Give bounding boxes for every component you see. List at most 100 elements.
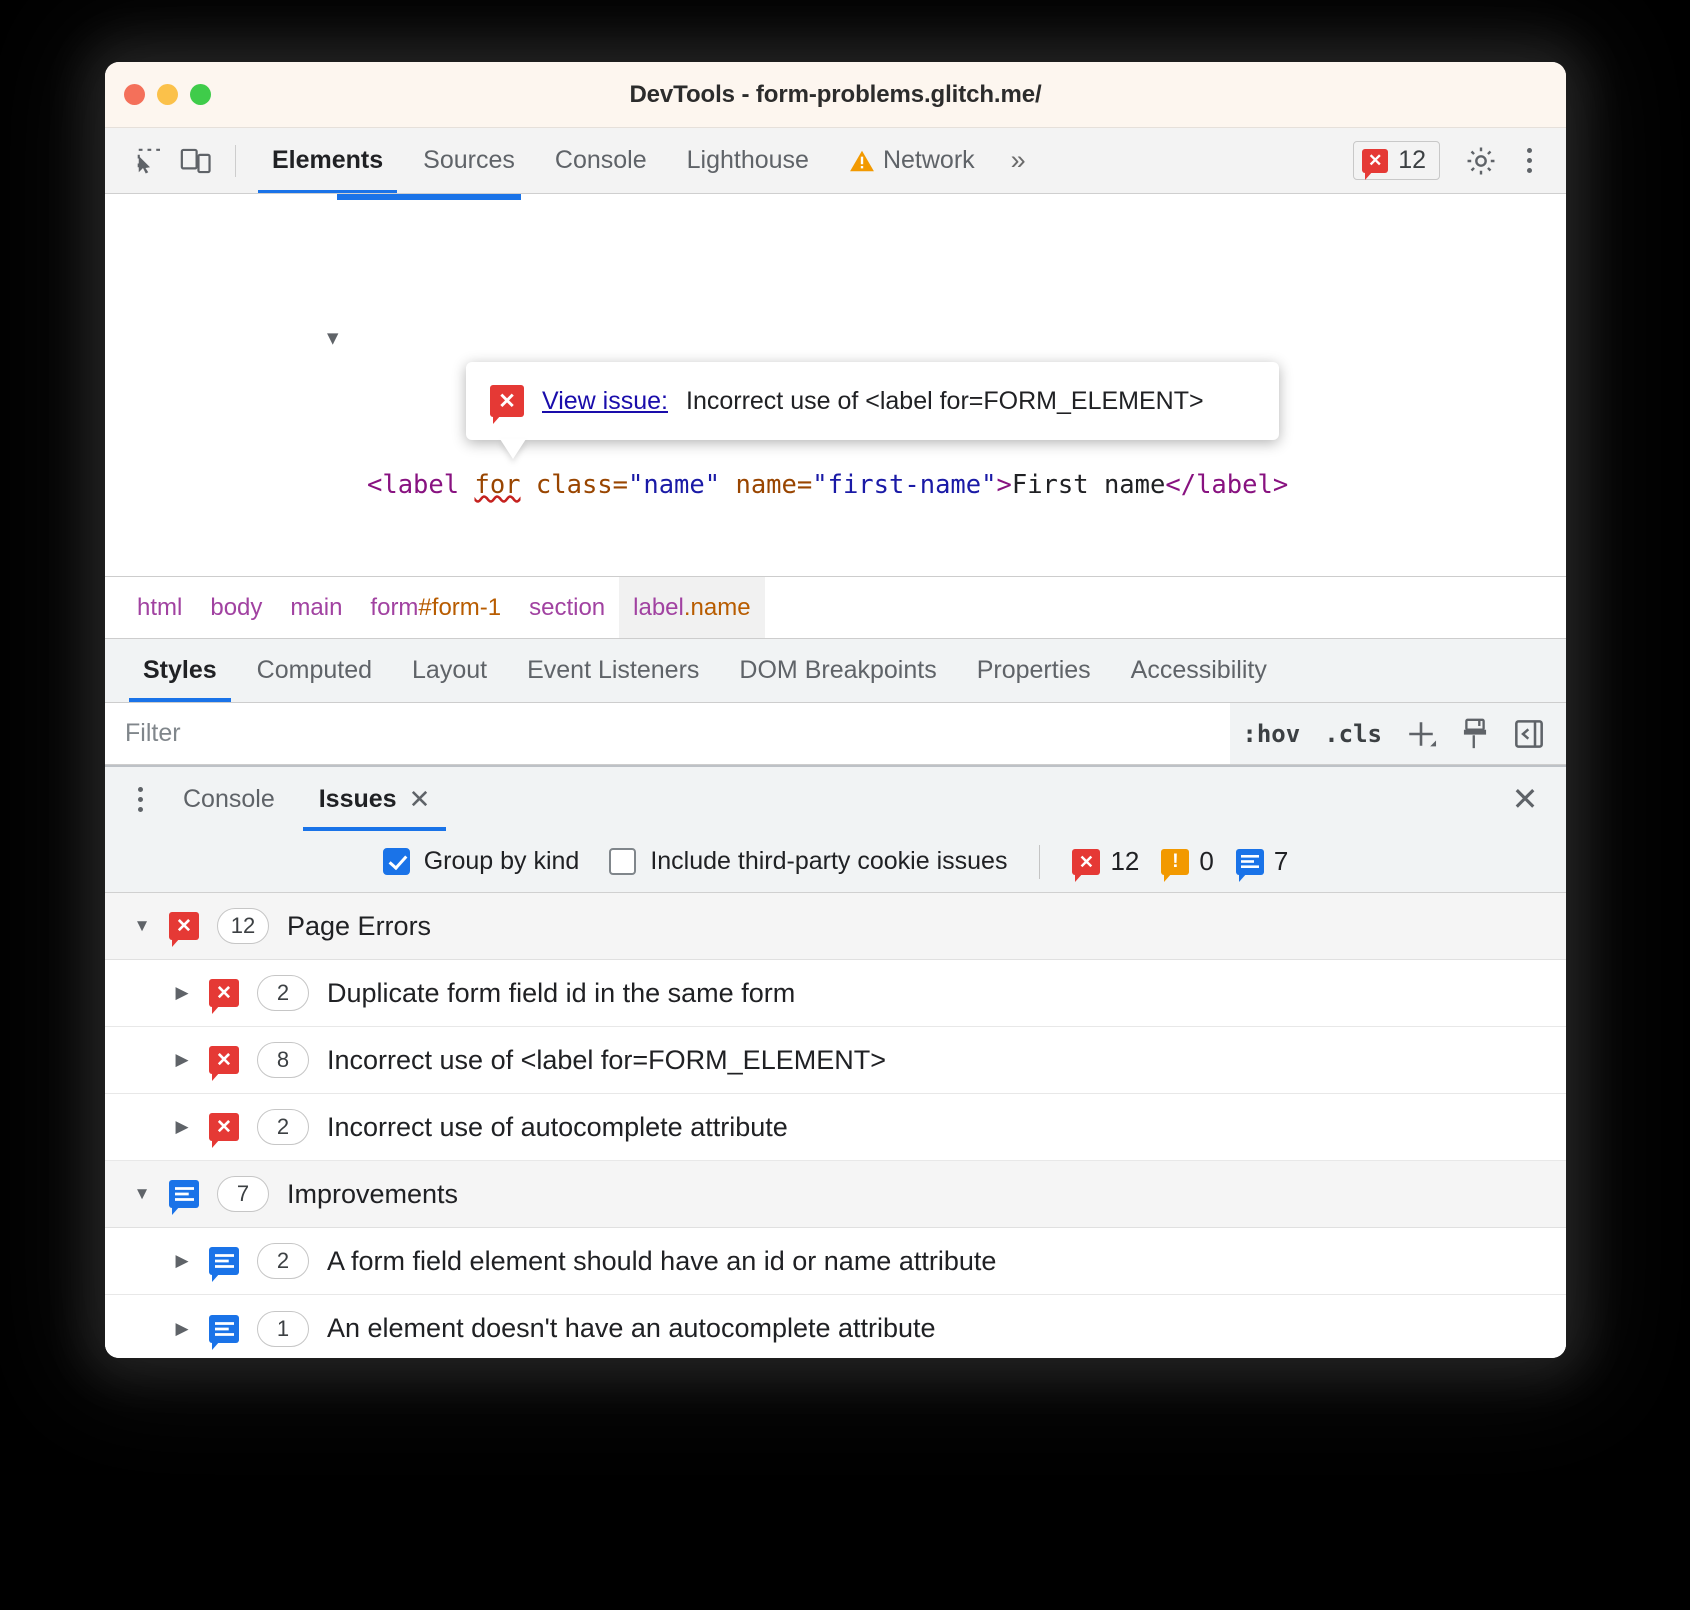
error-count-button[interactable]: ✕ 12 (1353, 141, 1440, 180)
inspect-element-icon[interactable] (127, 139, 173, 183)
paintbrush-icon[interactable] (1448, 707, 1502, 761)
issue-group-improvements[interactable]: ▼ 7 Improvements (105, 1161, 1566, 1228)
tab-accessibility[interactable]: Accessibility (1111, 639, 1287, 702)
toggle-sidebar-icon[interactable] (1502, 707, 1556, 761)
dom-token: class= (521, 470, 628, 500)
window-titlebar: DevTools - form-problems.glitch.me/ (105, 62, 1566, 128)
info-bubble-icon (1236, 849, 1264, 875)
error-bubble-icon: ✕ (490, 385, 524, 417)
issue-title: Duplicate form field id in the same form (327, 978, 795, 1009)
expand-caret-icon[interactable]: ▼ (327, 320, 338, 357)
gear-icon[interactable] (1458, 138, 1504, 184)
expand-caret-icon[interactable]: ▶ (173, 1252, 191, 1270)
issue-count-chip: 2 (257, 1109, 309, 1145)
info-count-group: 7 (1236, 846, 1288, 877)
expand-caret-icon[interactable]: ▶ (173, 984, 191, 1002)
dom-token-for: for (474, 470, 520, 500)
breadcrumb-form-id: #form-1 (418, 594, 501, 622)
issues-toolbar: Group by kind Include third-party cookie… (105, 831, 1566, 893)
drawer-tab-console[interactable]: Console (161, 767, 297, 831)
error-bubble-icon: ✕ (209, 979, 239, 1007)
breadcrumb-item-form[interactable]: form#form-1 (356, 577, 515, 638)
issue-title: Incorrect use of <label for=FORM_ELEMENT… (327, 1045, 886, 1076)
error-bubble-icon: ✕ (1362, 149, 1388, 173)
device-toolbar-icon[interactable] (173, 139, 219, 183)
dom-token: </label> (1165, 470, 1288, 500)
dom-tree-panel[interactable]: ▼<section> <label for class="name" name=… (105, 194, 1566, 577)
panel-tab-list: Elements Sources Console Lighthouse (252, 128, 1039, 193)
tab-elements-label: Elements (272, 146, 383, 175)
tab-lighthouse-label: Lighthouse (687, 146, 809, 175)
breadcrumb-item-main[interactable]: main (276, 577, 356, 638)
tab-styles[interactable]: Styles (123, 639, 237, 702)
expand-caret-icon[interactable]: ▶ (173, 1051, 191, 1069)
dom-line[interactable]: ▼<section> (105, 319, 1566, 356)
dom-token: name= (720, 470, 812, 500)
element-classes-button[interactable]: .cls (1312, 720, 1394, 748)
kebab-menu-icon[interactable] (1510, 138, 1548, 184)
issue-tooltip[interactable]: ✕ View issue: Incorrect use of <label fo… (466, 362, 1279, 440)
error-count-group: ✕ 12 (1072, 846, 1139, 877)
search-input[interactable] (105, 703, 1230, 764)
expand-caret-icon[interactable]: ▶ (173, 1118, 191, 1136)
tooltip-message: Incorrect use of <label for=FORM_ELEMENT… (686, 387, 1204, 416)
issue-row[interactable]: ▶ ✕ 2 Duplicate form field id in the sam… (105, 960, 1566, 1027)
issue-count-chip: 12 (217, 908, 269, 944)
issue-row[interactable]: ▶ 1 An element doesn't have an autocompl… (105, 1295, 1566, 1358)
breadcrumb-item-body[interactable]: body (196, 577, 276, 638)
issue-row[interactable]: ▶ ✕ 8 Incorrect use of <label for=FORM_E… (105, 1027, 1566, 1094)
close-tab-icon[interactable]: ✕ (409, 786, 431, 812)
drawer-tab-issues-label: Issues (319, 785, 397, 814)
toolbar-divider (1039, 845, 1040, 879)
toolbar-divider (235, 145, 236, 177)
error-bubble-icon: ✕ (209, 1113, 239, 1141)
tab-layout[interactable]: Layout (392, 639, 507, 702)
breadcrumb-item-section[interactable]: section (515, 577, 619, 638)
issue-title: An element doesn't have an autocomplete … (327, 1313, 936, 1344)
collapse-caret-icon[interactable]: ▼ (133, 1185, 151, 1203)
hover-state-button[interactable]: :hov (1230, 720, 1312, 748)
tab-properties[interactable]: Properties (957, 639, 1111, 702)
tab-event-listeners[interactable]: Event Listeners (507, 639, 719, 702)
info-bubble-icon (209, 1315, 239, 1343)
more-tabs-button[interactable]: » (995, 145, 1039, 176)
tab-dom-breakpoints[interactable]: DOM Breakpoints (719, 639, 956, 702)
plus-icon[interactable] (1394, 707, 1448, 761)
devtools-window: DevTools - form-problems.glitch.me/ Elem… (105, 62, 1566, 1358)
expand-caret-icon[interactable]: ▶ (173, 1320, 191, 1338)
issue-title: Incorrect use of autocomplete attribute (327, 1112, 788, 1143)
issue-row[interactable]: ▶ 2 A form field element should have an … (105, 1228, 1566, 1295)
breadcrumb: html body main form#form-1 section label… (105, 577, 1566, 639)
dom-token: First name (1012, 470, 1166, 500)
error-bubble-icon: ✕ (169, 912, 199, 940)
dom-line[interactable]: <label for class="name" name="first-name… (105, 467, 1566, 504)
breadcrumb-item-html[interactable]: html (123, 577, 196, 638)
breadcrumb-form-tag: form (370, 594, 418, 622)
tab-sources[interactable]: Sources (403, 128, 535, 193)
view-issue-link[interactable]: View issue: (542, 387, 668, 416)
issue-group-page-errors[interactable]: ▼ ✕ 12 Page Errors (105, 893, 1566, 960)
dom-token: "first-name" (812, 470, 996, 500)
group-by-kind-checkbox[interactable]: Group by kind (383, 847, 580, 876)
drawer-tab-issues[interactable]: Issues ✕ (297, 767, 453, 831)
tab-lighthouse[interactable]: Lighthouse (667, 128, 829, 193)
tab-elements[interactable]: Elements (252, 128, 403, 193)
checkbox-box[interactable] (609, 848, 636, 875)
tab-computed[interactable]: Computed (237, 639, 392, 702)
issue-row[interactable]: ▶ ✕ 2 Incorrect use of autocomplete attr… (105, 1094, 1566, 1161)
tab-network[interactable]: Network (829, 128, 995, 193)
tab-console[interactable]: Console (535, 128, 667, 193)
info-count-value: 7 (1274, 846, 1288, 877)
drawer-toolbar: Console Issues ✕ ✕ (105, 765, 1566, 831)
error-bubble-icon: ✕ (1072, 849, 1100, 875)
partial-row-highlight (337, 194, 521, 200)
kebab-menu-icon[interactable] (119, 775, 161, 823)
close-drawer-icon[interactable]: ✕ (1504, 778, 1546, 820)
breadcrumb-label-class: .name (684, 594, 751, 622)
tab-sources-label: Sources (423, 146, 515, 175)
breadcrumb-item-label[interactable]: label.name (619, 577, 764, 638)
collapse-caret-icon[interactable]: ▼ (133, 917, 151, 935)
error-count-value: 12 (1398, 146, 1426, 175)
third-party-cookies-checkbox[interactable]: Include third-party cookie issues (609, 847, 1007, 876)
checkbox-box[interactable] (383, 848, 410, 875)
